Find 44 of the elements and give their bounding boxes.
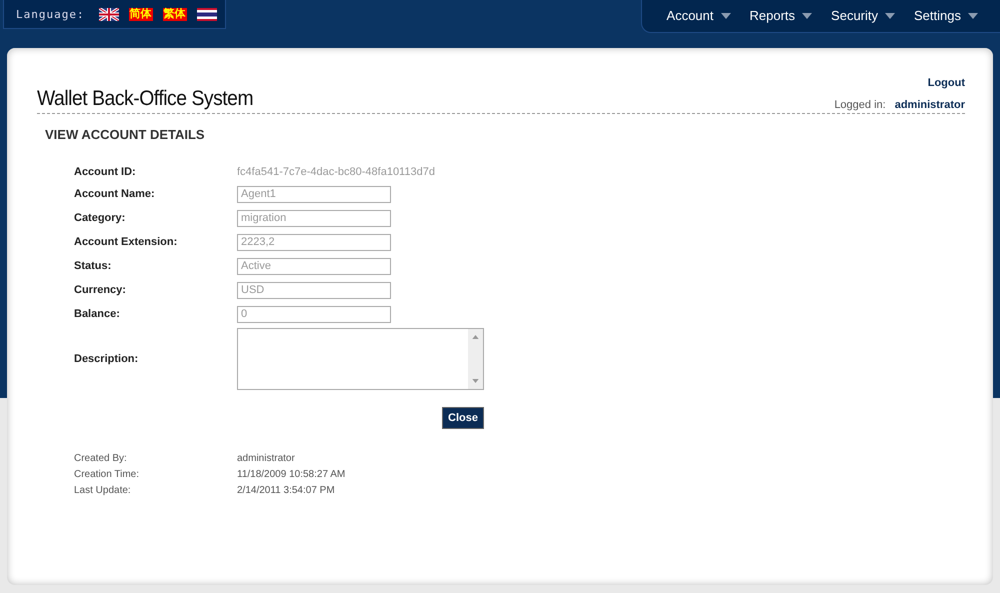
- menu-item[interactable]: Account: [666, 8, 731, 23]
- scroll-down-icon[interactable]: [472, 379, 479, 383]
- caret-icon: [802, 12, 812, 18]
- audit-value: administrator: [237, 452, 295, 464]
- field-label: Account Name:: [74, 188, 156, 200]
- logout-link[interactable]: Logout: [928, 77, 965, 89]
- menu-item[interactable]: Settings: [914, 8, 978, 23]
- page-title: Wallet Back-Office System: [37, 87, 254, 111]
- caret-icon: [885, 12, 896, 18]
- input-field[interactable]: 2223,2: [237, 234, 391, 250]
- caret-icon: [968, 12, 978, 18]
- input-field[interactable]: 0: [237, 306, 391, 322]
- field-label: Account ID:: [74, 166, 137, 178]
- audit-label: Created By:: [74, 452, 128, 464]
- input-field[interactable]: USD: [237, 282, 391, 298]
- scroll-up-icon[interactable]: [472, 335, 479, 339]
- audit-label: Creation Time:: [74, 468, 140, 480]
- input-field[interactable]: Agent1: [237, 186, 391, 202]
- input-field[interactable]: Active: [237, 258, 391, 274]
- language-label: Language:: [16, 8, 85, 20]
- close-button[interactable]: Close: [442, 407, 484, 429]
- language-link[interactable]: 繁体: [162, 8, 187, 20]
- audit-value: 2/14/2011 3:54:07 PM: [237, 484, 335, 496]
- field-label: Status:: [74, 260, 112, 272]
- username: administrator: [894, 99, 965, 111]
- uk-flag-icon[interactable]: [98, 8, 119, 20]
- field-label: Description:: [74, 353, 140, 365]
- caret-icon: [720, 12, 731, 18]
- field-label: Balance:: [74, 308, 121, 320]
- text-area[interactable]: [237, 328, 484, 390]
- logged-in-label: Logged in:: [834, 99, 886, 111]
- input-field[interactable]: migration: [237, 210, 391, 226]
- section-title: VIEW ACCOUNT DETAILS: [45, 127, 206, 142]
- menu-item[interactable]: Security: [831, 8, 896, 23]
- field-label: Currency:: [74, 284, 127, 296]
- field-label: Account Extension:: [74, 236, 178, 248]
- audit-value: 11/18/2009 10:58:27 AM: [237, 468, 346, 480]
- scrollbar[interactable]: [468, 329, 483, 389]
- field-value: fc4fa541-7c7e-4dac-bc80-48fa10113d7d: [237, 166, 435, 178]
- language-link[interactable]: 简体: [128, 8, 153, 20]
- audit-label: Last Update:: [74, 484, 132, 496]
- field-label: Category:: [74, 212, 126, 224]
- thai-flag-icon[interactable]: [196, 8, 217, 20]
- menu-item[interactable]: Reports: [750, 8, 812, 23]
